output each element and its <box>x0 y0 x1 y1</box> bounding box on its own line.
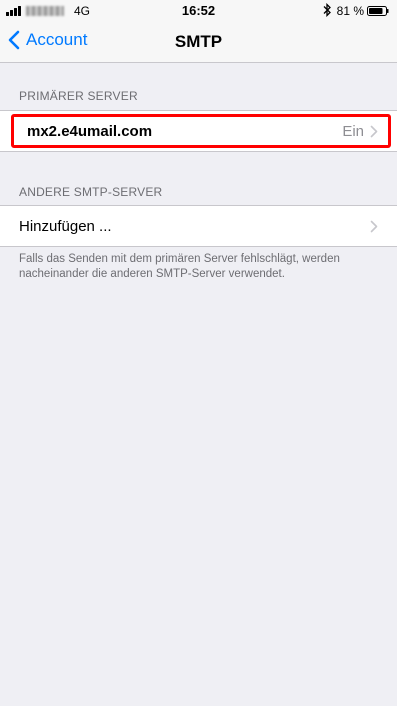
bluetooth-icon <box>323 3 331 17</box>
battery-percentage: 81 % <box>336 4 364 18</box>
primary-server-header: PRIMÄRER SERVER <box>19 89 138 103</box>
other-servers-header: ANDERE SMTP-SERVER <box>19 185 163 199</box>
chevron-right-icon <box>370 125 378 138</box>
primary-server-name: mx2.e4umail.com <box>27 123 153 140</box>
primary-server-cell[interactable]: mx2.e4umail.com Ein <box>0 110 397 152</box>
chevron-right-icon <box>370 220 378 233</box>
status-bar: 4G 16:52 81 % <box>0 0 397 22</box>
primary-server-status: Ein <box>342 123 364 140</box>
other-servers-footer: Falls das Senden mit dem primären Server… <box>19 253 340 280</box>
add-server-cell[interactable]: Hinzufügen ... <box>0 205 397 247</box>
add-server-label: Hinzufügen ... <box>19 218 112 235</box>
battery-icon <box>367 6 389 16</box>
page-title: SMTP <box>174 32 223 51</box>
navigation-bar: Account SMTP <box>0 22 397 63</box>
smtp-settings-screen: 4G 16:52 81 % Account SMTP PRIMÄRER SERV… <box>0 0 397 706</box>
